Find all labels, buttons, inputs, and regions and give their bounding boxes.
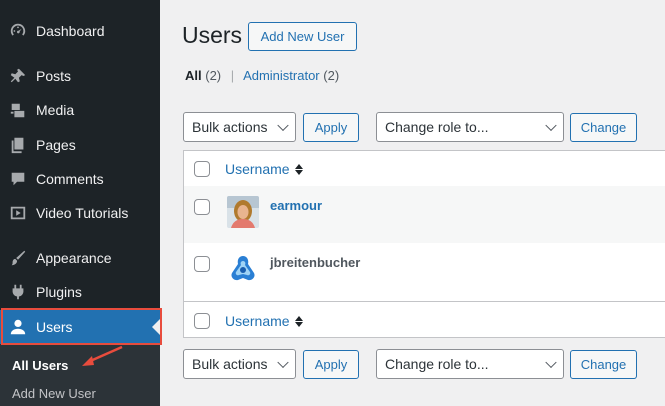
change-button-bottom[interactable]: Change bbox=[570, 350, 637, 379]
menu-dashboard-label: Dashboard bbox=[36, 23, 105, 39]
select-all-checkbox-footer[interactable] bbox=[194, 313, 210, 329]
menu-comments-label: Comments bbox=[36, 171, 104, 187]
dashboard-icon bbox=[0, 22, 36, 40]
filter-administrator-count: (2) bbox=[323, 68, 340, 83]
pages-icon bbox=[0, 136, 36, 154]
menu-plugins[interactable]: Plugins bbox=[0, 275, 160, 309]
menu-plugins-label: Plugins bbox=[36, 284, 82, 300]
select-all-checkbox[interactable] bbox=[194, 161, 210, 177]
menu-comments[interactable]: Comments bbox=[0, 162, 160, 196]
menu-media-label: Media bbox=[36, 102, 75, 118]
change-button-top[interactable]: Change bbox=[570, 113, 637, 142]
apply-button-top[interactable]: Apply bbox=[303, 113, 359, 142]
menu-users[interactable]: Users bbox=[0, 310, 160, 344]
chevron-down-icon bbox=[545, 356, 557, 369]
bulk-actions-label: Bulk actions bbox=[192, 356, 268, 372]
menu-pages[interactable]: Pages bbox=[0, 128, 160, 162]
pin-icon bbox=[0, 67, 36, 85]
bulk-actions-label: Bulk actions bbox=[192, 119, 268, 135]
brush-icon bbox=[0, 249, 36, 267]
change-role-select-top[interactable]: Change role to... bbox=[376, 112, 564, 142]
users-submenu: All Users Add New User bbox=[0, 344, 160, 406]
username-column-footer[interactable]: Username bbox=[225, 313, 303, 329]
menu-appearance-label: Appearance bbox=[36, 250, 112, 266]
filter-all[interactable]: All bbox=[185, 68, 202, 83]
sort-icon bbox=[294, 163, 303, 175]
table-footer: Username bbox=[184, 301, 665, 338]
add-new-user-button[interactable]: Add New User bbox=[248, 22, 357, 51]
avatar bbox=[227, 253, 259, 285]
menu-media[interactable]: Media bbox=[0, 93, 160, 127]
users-table: Username earmour jbreitenbucher Username bbox=[183, 150, 665, 338]
menu-users-label: Users bbox=[36, 319, 73, 335]
submenu-all-users[interactable]: All Users bbox=[12, 358, 68, 373]
avatar bbox=[227, 196, 259, 228]
table-header: Username bbox=[184, 151, 665, 187]
username-column-label: Username bbox=[225, 313, 290, 329]
username-column-label: Username bbox=[225, 161, 290, 177]
menu-pages-label: Pages bbox=[36, 137, 76, 153]
user-icon bbox=[0, 318, 36, 336]
sort-icon bbox=[294, 315, 303, 327]
role-filters: All (2) | Administrator (2) bbox=[185, 68, 339, 83]
filter-separator: | bbox=[230, 68, 235, 83]
bulk-actions-select-bottom[interactable]: Bulk actions bbox=[183, 349, 296, 379]
username-column-header[interactable]: Username bbox=[225, 161, 303, 177]
row-checkbox[interactable] bbox=[194, 256, 210, 272]
filter-all-count: (2) bbox=[205, 68, 222, 83]
main-content: Users Add New User All (2) | Administrat… bbox=[160, 0, 665, 406]
chevron-down-icon bbox=[277, 119, 289, 132]
admin-sidebar: Dashboard Posts Media Pages Comments Vid… bbox=[0, 0, 160, 406]
menu-posts-label: Posts bbox=[36, 68, 72, 84]
menu-video-tutorials-label: Video Tutorials bbox=[36, 205, 129, 221]
active-menu-arrow bbox=[152, 319, 160, 335]
apply-button-bottom[interactable]: Apply bbox=[303, 350, 359, 379]
menu-appearance[interactable]: Appearance bbox=[0, 241, 160, 275]
menu-dashboard[interactable]: Dashboard bbox=[0, 14, 160, 48]
bulk-actions-select-top[interactable]: Bulk actions bbox=[183, 112, 296, 142]
table-row: earmour bbox=[184, 186, 665, 243]
video-icon bbox=[0, 204, 36, 222]
page-title: Users bbox=[182, 22, 243, 48]
media-icon bbox=[0, 101, 36, 119]
table-row: jbreitenbucher bbox=[184, 243, 665, 300]
plugin-icon bbox=[0, 283, 36, 301]
filter-administrator[interactable]: Administrator bbox=[243, 68, 320, 83]
comment-icon bbox=[0, 170, 36, 188]
chevron-down-icon bbox=[277, 356, 289, 369]
change-role-label: Change role to... bbox=[385, 119, 489, 135]
chevron-down-icon bbox=[545, 119, 557, 132]
menu-video-tutorials[interactable]: Video Tutorials bbox=[0, 196, 160, 230]
username-link[interactable]: earmour bbox=[270, 198, 322, 213]
menu-posts[interactable]: Posts bbox=[0, 59, 160, 93]
change-role-select-bottom[interactable]: Change role to... bbox=[376, 349, 564, 379]
submenu-add-new-user[interactable]: Add New User bbox=[12, 386, 96, 401]
row-checkbox[interactable] bbox=[194, 199, 210, 215]
username-text: jbreitenbucher bbox=[270, 255, 361, 270]
change-role-label: Change role to... bbox=[385, 356, 489, 372]
